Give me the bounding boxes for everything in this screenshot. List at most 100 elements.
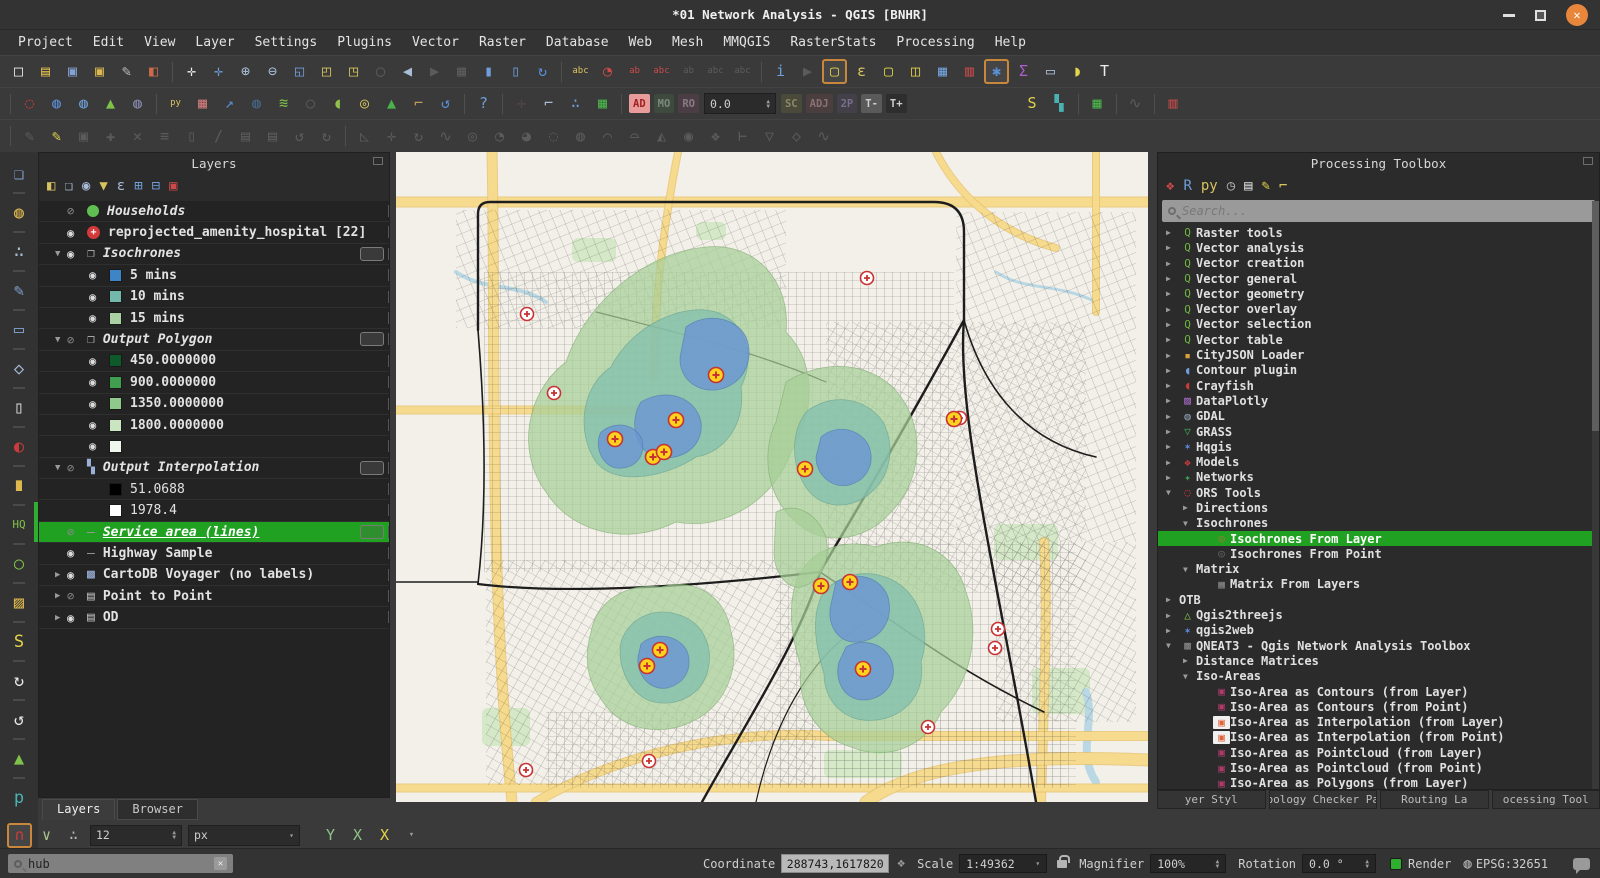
expand-arrow-icon[interactable]: ▶ [1166, 366, 1179, 375]
expand-arrow-icon[interactable]: ▶ [1166, 473, 1179, 482]
expand-arrow-icon[interactable]: ▼ [1183, 519, 1196, 528]
add-point-feature-button[interactable]: ✚ [98, 124, 123, 149]
refresh-plugin-button[interactable]: ↻ [6, 667, 33, 694]
globe-view-button[interactable]: ◍ [244, 91, 269, 116]
toolbox-row[interactable]: ▶△Qgis2threejs [1158, 607, 1592, 622]
toolbox-row[interactable]: ▶✶qgis2web [1158, 623, 1592, 638]
search-layers-button[interactable]: ○ [298, 91, 323, 116]
visibility-eye-icon[interactable]: ◉ [67, 546, 87, 560]
menu-layer[interactable]: Layer [185, 33, 244, 52]
add-ring-button[interactable]: ◎ [460, 124, 485, 149]
toggle-editing-button[interactable]: ✎ [44, 124, 69, 149]
fill-ring-button[interactable]: ◕ [514, 124, 539, 149]
adj-mode-button[interactable]: ADJ [806, 94, 833, 113]
dropdown-arrow-icon[interactable]: ▾ [283, 831, 294, 840]
layer-row[interactable]: ▼⊘❐Output Polygon [39, 329, 389, 350]
copy-features-button[interactable]: ▤ [233, 124, 258, 149]
dock-tab[interactable]: ocessing Tool [1492, 790, 1600, 809]
expand-arrow-icon[interactable]: ▼ [1166, 641, 1179, 650]
layer-row[interactable]: ◉10 mins [39, 287, 389, 308]
menu-settings[interactable]: Settings [245, 33, 328, 52]
table-sync-button[interactable]: ▦ [590, 91, 615, 116]
dataplotly-button[interactable]: ▦ [190, 91, 215, 116]
statistical-summary-button[interactable]: Σ [1011, 59, 1036, 84]
delete-part-button[interactable]: ◍ [568, 124, 593, 149]
menu-plugins[interactable]: Plugins [327, 33, 402, 52]
expand-arrow-icon[interactable]: ▶ [1166, 259, 1179, 268]
minimize-button[interactable] [1503, 14, 1515, 17]
expand-arrow-icon[interactable]: ▶ [1166, 626, 1179, 635]
toolbox-row[interactable]: ▶QVector geometry [1158, 286, 1592, 301]
layer-row[interactable]: ◉900.0000000 [39, 372, 389, 393]
delete-selected-button[interactable]: ▯ [179, 124, 204, 149]
new-project-button[interactable]: □ [6, 59, 31, 84]
show-bookmarks-button[interactable]: ▮ [476, 59, 501, 84]
hqgis-button[interactable]: HQ [6, 511, 33, 538]
visibility-eye-icon[interactable]: ◉ [89, 290, 109, 304]
sc-mode-button[interactable]: SC [781, 94, 802, 113]
visibility-eye-icon[interactable]: ⊘ [67, 333, 87, 347]
change-label-button[interactable]: abc [730, 59, 755, 84]
data-source-manager-button[interactable]: ◍ [6, 199, 33, 226]
toolbox-row[interactable]: ▣Iso-Area as Interpolation (from Point) [1158, 730, 1592, 745]
magnifier-spinbox[interactable]: 100% ▲▼ [1150, 854, 1226, 873]
hammer-tool-button[interactable]: ⌐ [406, 91, 431, 116]
azimuth-tool-button[interactable]: ⌐ [536, 91, 561, 116]
highlight-labels-button[interactable]: abc [649, 59, 674, 84]
results-viewer-icon[interactable]: ▤ [1244, 179, 1252, 193]
undock-icon[interactable] [373, 157, 383, 165]
save-edits-button[interactable]: ▣ [71, 124, 96, 149]
layer-row[interactable]: ▼◉❐Isochrones [39, 244, 389, 265]
s-plugin-button[interactable]: S [6, 628, 33, 655]
toolbox-row[interactable]: ▶▪CityJSON Loader [1158, 347, 1592, 362]
remove-layer-icon[interactable]: ▣ [169, 179, 177, 193]
osm-search-button[interactable]: ◍ [125, 91, 150, 116]
expand-arrow-icon[interactable]: ▼ [1183, 672, 1196, 681]
reshape-features-button[interactable]: ⌒ [595, 124, 620, 149]
save-project-button[interactable]: ▣ [60, 59, 85, 84]
split-features-button[interactable]: / [206, 124, 231, 149]
stream-digitize-button[interactable]: ∿ [811, 124, 836, 149]
manage-map-themes-icon[interactable]: ◉ [82, 179, 90, 193]
toolbox-row[interactable]: ▶◖Contour plugin [1158, 363, 1592, 378]
rotation-spinbox[interactable]: 0.0 ° ▲▼ [1302, 854, 1376, 873]
toolbox-row[interactable]: ▶▨DataPlotly [1158, 393, 1592, 408]
point-tool-button[interactable]: ∴ [563, 91, 588, 116]
style-manager-button[interactable]: ◧ [141, 59, 166, 84]
menu-rasterstats[interactable]: RasterStats [780, 33, 886, 52]
coordinate-input[interactable]: 288743,1617820 [781, 854, 889, 873]
offset-curve-button[interactable]: ⌓ [622, 124, 647, 149]
toolbox-row[interactable]: ◎Isochrones From Point [1158, 546, 1592, 561]
toolbox-row[interactable]: ▣Iso-Area as Pointcloud (from Layer) [1158, 745, 1592, 760]
move-feature-button[interactable]: ✛ [379, 124, 404, 149]
layer-row[interactable]: ◉+reprojected_amenity_hospital [22] [39, 222, 389, 243]
expand-arrow-icon[interactable]: ▶ [1166, 427, 1179, 436]
topology-checker-button[interactable]: ∴ [6, 238, 33, 265]
expand-all-icon[interactable]: ⊞ [134, 179, 142, 193]
tab-layers[interactable]: Layers [42, 799, 115, 820]
locator-search-input[interactable]: hub ✕ [8, 854, 233, 873]
segment-snap-button[interactable]: ∴ [61, 823, 86, 848]
expand-arrow-icon[interactable]: ▶ [1166, 611, 1179, 620]
collapse-all-icon[interactable]: ⊟ [152, 179, 160, 193]
toolbox-row[interactable]: ▶QVector analysis [1158, 240, 1592, 255]
layer-stack-button[interactable]: ≋ [271, 91, 296, 116]
add-group-icon[interactable]: ❏ [64, 179, 72, 193]
layer-labeling-button[interactable]: abc [568, 59, 593, 84]
qgis2threejs-button[interactable]: ▲ [98, 91, 123, 116]
sld4raster-button[interactable]: ▚ [1047, 91, 1072, 116]
run-feature-action-button[interactable]: ▶ [795, 59, 820, 84]
options-icon[interactable]: ⌐ [1279, 179, 1287, 193]
expand-arrow-icon[interactable]: ▼ [55, 335, 67, 345]
snap-tolerance-spinbox[interactable]: 12▲▼ [90, 825, 182, 846]
zoom-last-button[interactable]: ◀ [395, 59, 420, 84]
t-plus-button[interactable]: T+ [886, 94, 907, 113]
select-rectangle-button[interactable]: ▢ [822, 59, 847, 84]
attribute-add-button[interactable]: ▦ [1085, 91, 1110, 116]
zoom-to-layer-button[interactable]: ◰ [314, 59, 339, 84]
layer-row[interactable]: 51.0688 [39, 479, 389, 500]
delete-ring-button[interactable]: ◌ [541, 124, 566, 149]
toolbox-row[interactable]: ▣Iso-Area as Contours (from Point) [1158, 699, 1592, 714]
module-plugin-button[interactable]: ▭ [6, 316, 33, 343]
map-tips-button[interactable]: ◗ [1065, 59, 1090, 84]
